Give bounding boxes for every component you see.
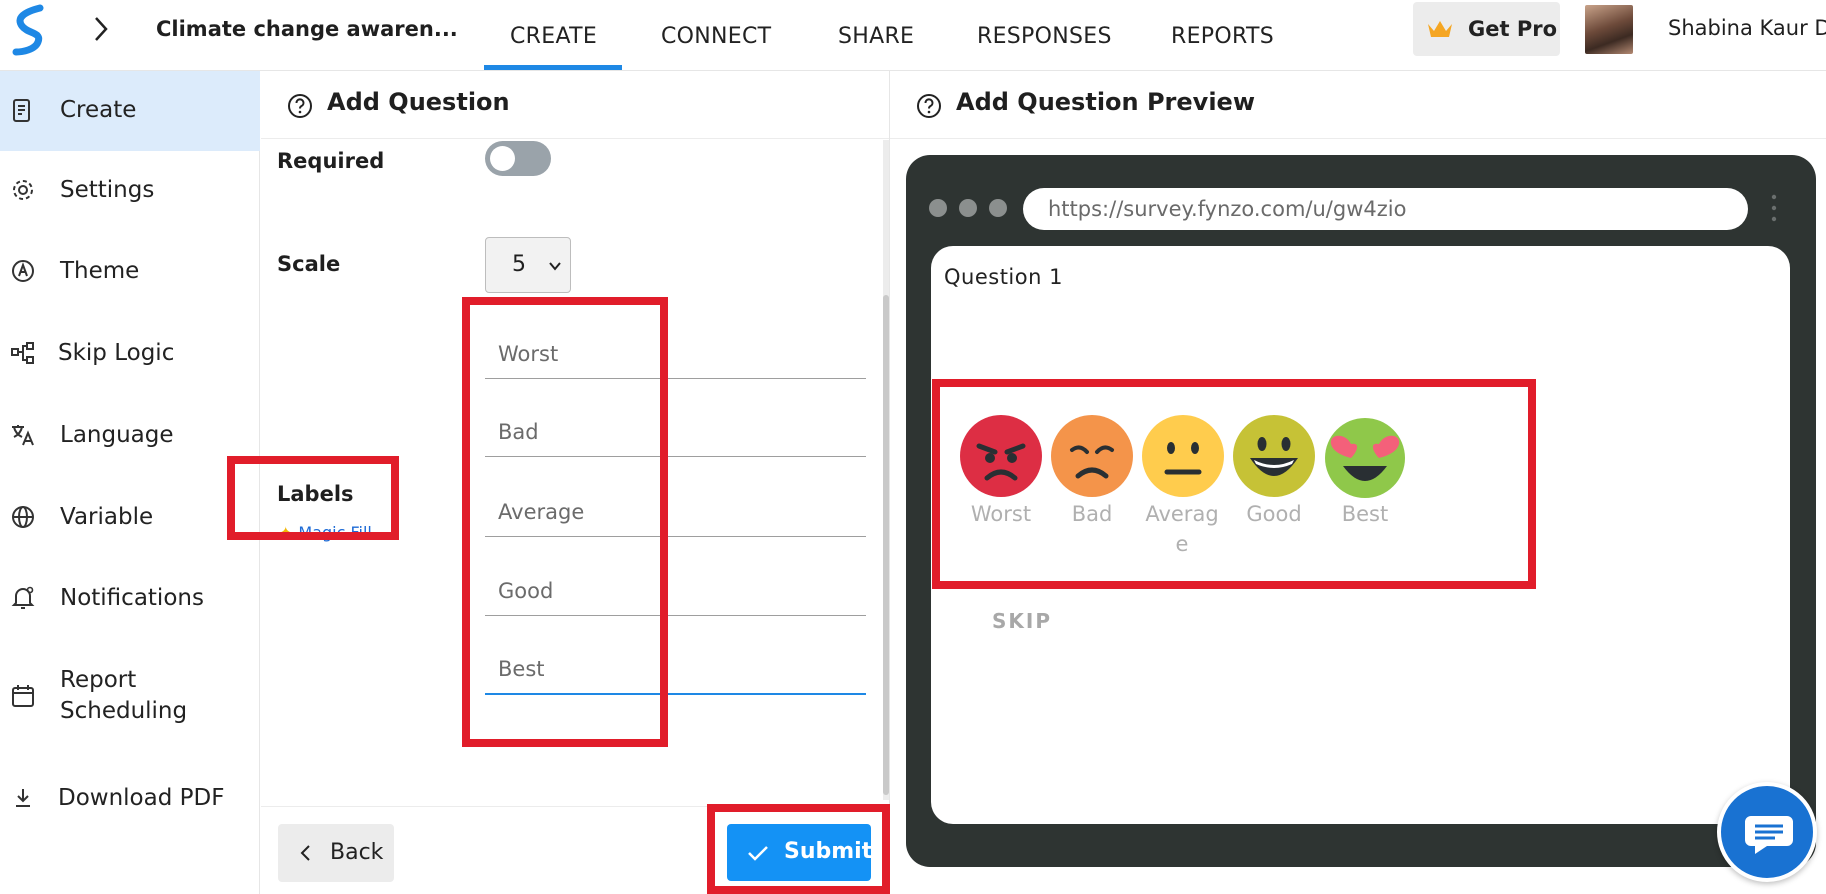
toggle-knob xyxy=(490,146,515,171)
back-button[interactable]: Back xyxy=(278,824,394,882)
active-tab-indicator xyxy=(484,65,622,70)
kebab-menu-icon xyxy=(1771,194,1777,222)
theme-icon xyxy=(12,260,34,282)
scale-select[interactable]: 5 xyxy=(485,237,571,293)
chevron-right-icon[interactable] xyxy=(90,12,112,46)
sidebar-item-download-pdf[interactable]: Download PDF xyxy=(0,761,260,841)
get-pro-button[interactable]: Get Pro xyxy=(1413,2,1560,56)
chevron-left-icon xyxy=(300,845,310,861)
sidebar-item-theme[interactable]: Theme xyxy=(0,234,260,314)
translate-icon xyxy=(12,425,34,446)
sidebar-item-variable[interactable]: Variable xyxy=(0,480,260,560)
chat-icon xyxy=(1745,816,1793,854)
sidebar-item-label: Skip Logic xyxy=(58,340,175,366)
sidebar-item-label: Settings xyxy=(60,177,155,203)
preview-header: Add Question Preview xyxy=(890,71,1826,139)
sidebar-item-create[interactable]: Create xyxy=(0,71,260,151)
skip-button[interactable]: SKIP xyxy=(992,609,1052,633)
required-toggle[interactable] xyxy=(485,141,551,176)
avatar[interactable] xyxy=(1585,5,1633,54)
app-root: Climate change awaren... CREATE CONNECT … xyxy=(0,0,1826,894)
sidebar-item-label: Variable xyxy=(60,504,154,530)
preview-title: Add Question Preview xyxy=(956,88,1255,116)
fynzo-logo-icon[interactable] xyxy=(10,4,50,56)
help-icon[interactable] xyxy=(916,93,942,119)
question-title: Question 1 xyxy=(944,265,1063,289)
scale-value: 5 xyxy=(512,252,526,277)
survey-title[interactable]: Climate change awaren... xyxy=(156,17,458,41)
globe-icon xyxy=(12,506,34,528)
sidebar-item-label: Theme xyxy=(60,258,140,284)
user-name[interactable]: Shabina Kaur D xyxy=(1668,16,1826,40)
highlight-label-fields xyxy=(462,297,668,747)
scale-label: Scale xyxy=(277,252,341,276)
add-question-header: Add Question xyxy=(261,71,889,139)
sidebar-item-label: Download PDF xyxy=(58,785,225,811)
tab-share[interactable]: SHARE xyxy=(838,24,914,49)
sidebar-item-notifications[interactable]: Notifications xyxy=(0,561,260,641)
sidebar-item-settings[interactable]: Settings xyxy=(0,153,260,233)
url-bar: https://survey.fynzo.com/u/gw4zio xyxy=(1023,188,1748,230)
bell-icon xyxy=(11,586,35,609)
download-icon xyxy=(16,789,30,807)
sidebar-item-label: Notifications xyxy=(60,585,204,611)
highlight-labels-heading xyxy=(227,456,399,540)
top-bar: Climate change awaren... CREATE CONNECT … xyxy=(0,0,1826,71)
sidebar-item-report-scheduling[interactable]: Report Scheduling xyxy=(0,643,260,753)
crown-icon xyxy=(1428,21,1452,37)
highlight-submit xyxy=(707,804,890,894)
gear-icon xyxy=(13,180,33,200)
sidebar-item-skip-logic[interactable]: Skip Logic xyxy=(0,316,260,396)
required-label: Required xyxy=(277,149,385,173)
highlight-emoji-preview xyxy=(932,379,1536,589)
window-dot xyxy=(929,199,947,217)
window-dot xyxy=(959,199,977,217)
skip-logic-icon xyxy=(11,342,34,364)
window-dot xyxy=(989,199,1007,217)
tab-responses[interactable]: RESPONSES xyxy=(977,24,1112,49)
panel-title: Add Question xyxy=(327,88,510,116)
sidebar-item-label: Report Scheduling xyxy=(60,667,188,724)
chat-widget-button[interactable] xyxy=(1717,782,1817,882)
sidebar-item-label: Create xyxy=(60,97,137,123)
panel-divider xyxy=(889,71,890,894)
help-icon[interactable] xyxy=(287,93,313,119)
calendar-icon xyxy=(12,685,34,707)
sidebar-item-language[interactable]: Language xyxy=(0,398,260,478)
url-text: https://survey.fynzo.com/u/gw4zio xyxy=(1048,197,1407,221)
tab-create[interactable]: CREATE xyxy=(510,24,597,49)
tab-connect[interactable]: CONNECT xyxy=(661,24,771,49)
create-doc-icon xyxy=(13,99,30,122)
tab-reports[interactable]: REPORTS xyxy=(1171,24,1274,49)
sidebar: Create Settings Theme Skip Logic Languag… xyxy=(0,71,260,894)
sidebar-item-label: Language xyxy=(60,422,174,448)
back-label: Back xyxy=(330,840,384,865)
get-pro-label: Get Pro xyxy=(1468,17,1558,41)
chevron-down-icon xyxy=(549,262,561,271)
